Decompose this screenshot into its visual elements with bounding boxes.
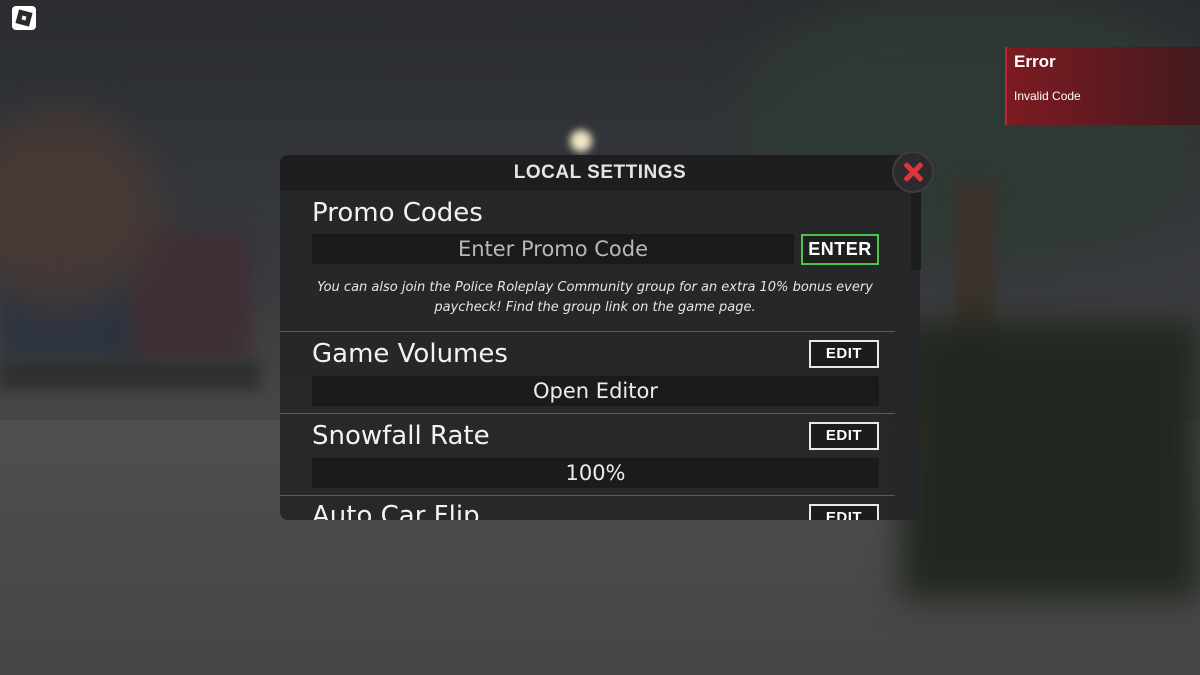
promo-code-input[interactable] [312, 234, 794, 264]
snowfall-rate-value: 100% [312, 458, 879, 488]
bushes [900, 320, 1200, 600]
divider [280, 413, 895, 414]
street-lamp-light [570, 130, 592, 152]
panel-title: LOCAL SETTINGS [280, 155, 920, 191]
auto-car-flip-heading: Auto Car Flip [312, 501, 480, 520]
auto-car-flip-edit-button[interactable]: EDIT [809, 504, 879, 520]
close-icon [902, 161, 924, 183]
snowfall-rate-edit-button[interactable]: EDIT [809, 422, 879, 450]
error-notification: Error Invalid Code [1005, 47, 1200, 125]
divider [280, 331, 895, 332]
snowfall-rate-heading: Snowfall Rate [312, 421, 490, 451]
promo-codes-heading: Promo Codes [312, 198, 483, 228]
game-volumes-edit-button[interactable]: EDIT [809, 340, 879, 368]
game-volumes-heading: Game Volumes [312, 339, 508, 369]
error-message: Invalid Code [1014, 89, 1081, 103]
error-title: Error [1014, 52, 1056, 71]
game-volumes-open-editor[interactable]: Open Editor [312, 376, 879, 406]
roblox-logo-icon[interactable] [12, 6, 36, 30]
close-button[interactable] [892, 151, 934, 193]
promo-note: You can also join the Police Roleplay Co… [317, 280, 873, 315]
low-wall [0, 360, 260, 390]
settings-scrollbar[interactable] [911, 190, 921, 270]
divider [280, 495, 895, 496]
local-settings-panel: LOCAL SETTINGS Promo Codes ENTER You can… [280, 155, 920, 520]
enter-button[interactable]: ENTER [801, 234, 879, 265]
